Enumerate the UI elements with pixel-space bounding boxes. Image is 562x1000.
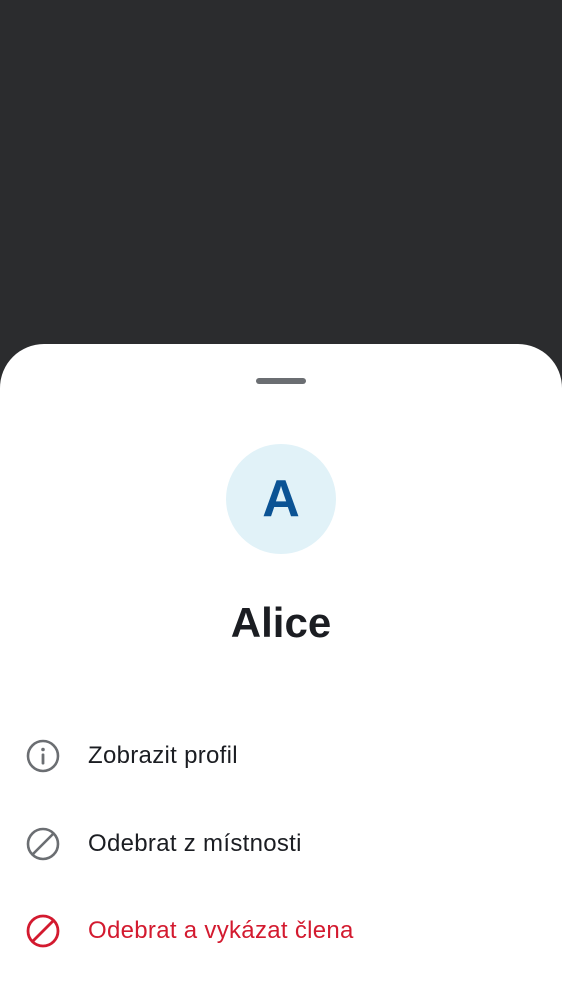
avatar-initial: A bbox=[262, 470, 300, 528]
remove-from-room-button[interactable]: Odebrat z místnosti bbox=[0, 804, 562, 884]
modal-scrim[interactable] bbox=[0, 0, 562, 344]
avatar: A bbox=[226, 444, 336, 554]
info-icon bbox=[26, 739, 60, 773]
drag-handle[interactable] bbox=[256, 378, 306, 384]
remove-from-room-label: Odebrat z místnosti bbox=[88, 830, 302, 857]
block-icon bbox=[26, 827, 60, 861]
member-name: Alice bbox=[230, 599, 332, 646]
view-profile-label: Zobrazit profil bbox=[88, 742, 238, 769]
bottom-sheet: A Alice Zobrazit profil Odebrat z místno… bbox=[0, 344, 562, 1000]
remove-and-ban-button[interactable]: Odebrat a vykázat člena bbox=[0, 891, 562, 971]
screen: A Alice Zobrazit profil Odebrat z místno… bbox=[0, 0, 562, 1000]
view-profile-button[interactable]: Zobrazit profil bbox=[0, 716, 562, 796]
remove-and-ban-label: Odebrat a vykázat člena bbox=[88, 917, 354, 944]
ban-icon bbox=[26, 914, 60, 948]
